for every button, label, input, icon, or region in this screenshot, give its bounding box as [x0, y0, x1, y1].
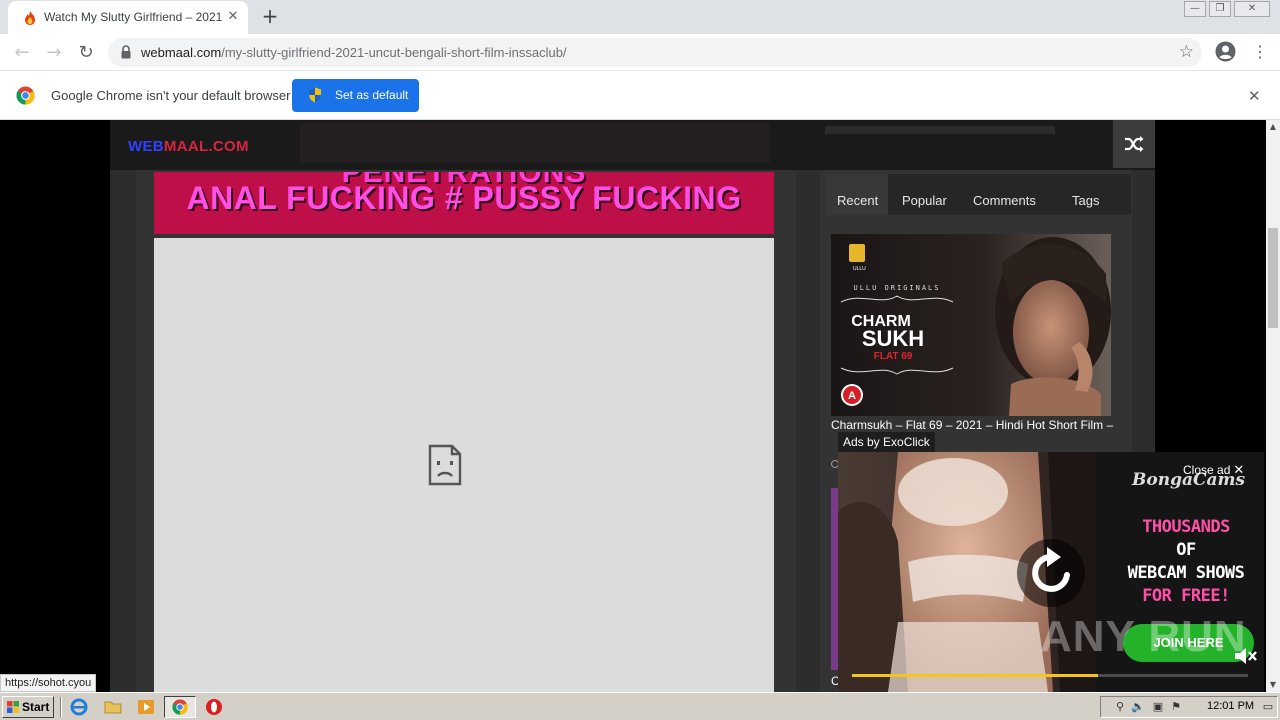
close-ad-button[interactable]: Close ad ✕: [1183, 462, 1244, 478]
system-tray: ⚲ 🔈 ▣ ⚑ 12:01 PM ▭: [1100, 696, 1278, 718]
sad-page-icon: [428, 444, 462, 486]
tab-comments[interactable]: Comments: [973, 193, 1036, 208]
infobar-message: Google Chrome isn't your default browser: [51, 88, 291, 103]
logo-web-part: WEB: [128, 138, 164, 155]
window-maximize-button[interactable]: ❐: [1209, 1, 1231, 17]
thumb-title-2: SUKH: [862, 326, 924, 351]
set-as-default-label: Set as default: [335, 88, 409, 102]
chrome-taskbar-icon: [172, 699, 188, 715]
tray-desktop-icon[interactable]: ▭: [1261, 700, 1275, 714]
ad-headline: THOUSANDS OF WEBCAM SHOWS FOR FREE!: [1118, 516, 1254, 608]
browser-toolbar: ← → ↻ webmaal.com/my-slutty-girlfriend-2…: [0, 34, 1280, 71]
window-minimize-button[interactable]: —: [1184, 1, 1206, 17]
ad-line-1: THOUSANDS: [1142, 517, 1230, 537]
status-url-bubble: https://sohot.cyou: [0, 674, 97, 692]
tray-monitor-icon[interactable]: ▣: [1151, 700, 1165, 714]
tray-network-icon[interactable]: ⚲: [1113, 700, 1127, 714]
replay-icon[interactable]: [1015, 537, 1087, 609]
header-banner-remnant: [300, 123, 770, 163]
start-label: Start: [22, 700, 50, 714]
site-header: WEBMAAL.COM: [110, 120, 1155, 170]
sidebar-tabs: Recent Popular Comments Tags: [826, 174, 1131, 215]
back-button[interactable]: ←: [10, 41, 34, 65]
logo-rest-part: MAAL.COM: [163, 138, 249, 155]
tray-safety-icon[interactable]: ⚑: [1169, 700, 1183, 714]
tray-volume-icon[interactable]: 🔈: [1131, 700, 1145, 714]
sandbox-watermark: ANY RUN: [1040, 612, 1247, 661]
ie-icon[interactable]: [70, 698, 88, 716]
window-close-button[interactable]: ✕: [1234, 1, 1270, 17]
url-host: webmaal.com: [141, 45, 222, 60]
close-ad-label: Close ad: [1183, 463, 1231, 477]
svg-text:ULLU: ULLU: [853, 266, 866, 272]
ad-progress-fill: [852, 674, 1098, 677]
media-player-icon[interactable]: [137, 698, 155, 716]
ad-line-3: WEBCAM SHOWS: [1127, 563, 1245, 583]
taskbar-separator: [60, 697, 62, 717]
thumb-brand: ULLU ORIGINALS: [853, 284, 940, 292]
site-logo[interactable]: WEBMAAL.COM: [128, 138, 249, 155]
url-path: /my-slutty-girlfriend-2021-uncut-bengali…: [221, 45, 567, 60]
shuffle-icon: [1125, 136, 1144, 152]
video-embed-frame[interactable]: [154, 238, 774, 692]
chrome-logo-icon: [16, 86, 35, 105]
tab-tags[interactable]: Tags: [1072, 193, 1099, 208]
page-scrollbar[interactable]: ▲ ▼: [1266, 120, 1280, 692]
scroll-down-icon[interactable]: ▼: [1266, 678, 1280, 692]
default-browser-infobar: Google Chrome isn't your default browser…: [0, 71, 1280, 120]
reload-button[interactable]: ↻: [74, 41, 98, 65]
tab-close-icon[interactable]: ✕: [226, 10, 240, 24]
opera-icon[interactable]: [205, 698, 223, 716]
windows-taskbar: Start ⚲ 🔈 ▣ ⚑ 12:01 PM ▭: [0, 692, 1280, 720]
scrollbar-thumb[interactable]: [1268, 228, 1278, 328]
tab-recent[interactable]: Recent: [826, 174, 888, 215]
thumb-subtitle: FLAT 69: [874, 351, 913, 362]
lock-icon[interactable]: [120, 45, 132, 59]
uac-shield-icon: [309, 87, 321, 103]
promo-banner[interactable]: PENETRATIONS ANAL FUCKING # PUSSY FUCKIN…: [154, 172, 774, 234]
close-ad-icon: ✕: [1233, 462, 1245, 477]
tab-popular[interactable]: Popular: [902, 193, 947, 208]
tab-strip: Watch My Slutty Girlfriend – 2021 – Uncu…: [0, 0, 1280, 34]
new-tab-button[interactable]: +: [259, 5, 281, 27]
forward-button[interactable]: →: [42, 41, 66, 65]
scroll-up-icon[interactable]: ▲: [1266, 120, 1280, 134]
random-post-button[interactable]: [1113, 120, 1155, 168]
thumb-rating: A: [848, 390, 856, 402]
bookmark-star-icon[interactable]: ☆: [1179, 42, 1194, 62]
profile-icon[interactable]: [1215, 41, 1236, 62]
ads-by-label[interactable]: Ads by ExoClick: [838, 432, 935, 452]
post-thumbnail[interactable]: ULLU ULLU ORIGINALS CHARM SUKH FLAT 69 A: [831, 234, 1111, 416]
mute-icon[interactable]: [1232, 644, 1258, 668]
banner-line-2: ANAL FUCKING # PUSSY FUCKING: [186, 180, 742, 216]
tab-recent-label: Recent: [837, 193, 879, 208]
start-button[interactable]: Start: [2, 696, 54, 718]
folder-icon[interactable]: [104, 698, 122, 716]
ad-line-4: FOR FREE!: [1142, 586, 1230, 606]
browser-tab[interactable]: Watch My Slutty Girlfriend – 2021 – Uncu…: [8, 1, 248, 34]
thumbnail-artwork: ULLU ULLU ORIGINALS CHARM SUKH FLAT 69 A: [831, 234, 1111, 416]
windows-flag-icon: [7, 701, 19, 713]
header-search-remnant: [825, 126, 1055, 134]
taskbar-chrome-button[interactable]: [164, 696, 196, 718]
address-bar[interactable]: webmaal.com/my-slutty-girlfriend-2021-un…: [108, 38, 1202, 67]
flame-favicon-icon: [25, 11, 35, 25]
set-as-default-button[interactable]: Set as default: [292, 79, 419, 112]
chrome-menu-icon[interactable]: ⋮: [1252, 42, 1268, 62]
taskbar-clock: 12:01 PM: [1207, 700, 1255, 712]
url-text[interactable]: webmaal.com/my-slutty-girlfriend-2021-un…: [141, 45, 567, 60]
tab-title: Watch My Slutty Girlfriend – 2021 – Uncu…: [44, 10, 222, 24]
ad-line-2: OF: [1176, 540, 1196, 560]
ad-progress-bar[interactable]: [852, 674, 1248, 677]
infobar-close-icon[interactable]: ✕: [1248, 87, 1261, 105]
